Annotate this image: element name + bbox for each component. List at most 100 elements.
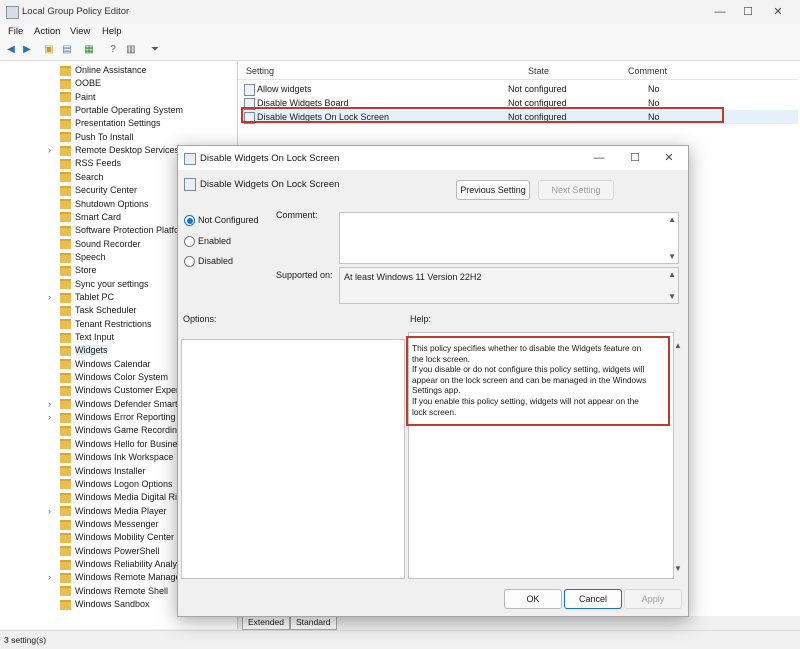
- scroll-up-icon[interactable]: ▲: [668, 270, 676, 279]
- chevron-right-icon[interactable]: ›: [48, 144, 51, 157]
- help-icon[interactable]: ?: [106, 43, 120, 57]
- properties-icon[interactable]: ▥: [124, 43, 138, 57]
- policy-icon: [184, 153, 196, 165]
- tree-item[interactable]: Paint: [48, 91, 237, 104]
- folder-icon: [60, 559, 71, 570]
- tree-item-label: Text Input: [75, 332, 115, 342]
- tab-standard[interactable]: Standard: [290, 616, 337, 630]
- apply-button[interactable]: Apply: [624, 589, 682, 609]
- tree-item[interactable]: OOBE: [48, 77, 237, 90]
- row-comment: No: [648, 84, 660, 94]
- folder-icon: [60, 132, 71, 143]
- scroll-down-icon[interactable]: ▼: [674, 564, 682, 573]
- tree-item-label: Windows Remote Shell: [75, 585, 169, 596]
- row-highlight-box: [241, 107, 724, 123]
- folder-icon: [60, 519, 71, 530]
- column-divider: [238, 79, 798, 80]
- tree-item-label: Windows Messenger: [75, 518, 159, 529]
- help-scrollbar[interactable]: ▲ ▼: [672, 332, 683, 577]
- tree-item-label: Windows Media Digital Ri: [75, 492, 178, 503]
- tree-item[interactable]: Presentation Settings: [48, 117, 237, 130]
- maximize-icon[interactable]: ☐: [736, 4, 760, 20]
- tree-item-label: Tenant Restrictions: [75, 318, 152, 329]
- tree-item-label: OOBE: [75, 78, 102, 89]
- radio-label: Disabled: [198, 256, 234, 266]
- tab-extended[interactable]: Extended: [242, 616, 290, 630]
- menu-action[interactable]: Action: [34, 26, 60, 37]
- folder-icon: [60, 586, 71, 597]
- scroll-down-icon[interactable]: ▼: [668, 292, 676, 301]
- list-row[interactable]: Allow widgets Not configured No: [242, 82, 798, 96]
- tree-item-label: Windows Defender Smart: [75, 398, 178, 409]
- close-icon[interactable]: ✕: [766, 4, 790, 20]
- tree-item-label: Online Assistance: [75, 65, 147, 75]
- column-comment[interactable]: Comment: [628, 66, 667, 76]
- comment-field[interactable]: ▲ ▼: [339, 212, 679, 264]
- forward-icon[interactable]: ▶: [20, 43, 34, 57]
- chevron-right-icon[interactable]: ›: [48, 411, 51, 424]
- tree-item-label: Windows Error Reporting: [75, 412, 176, 423]
- column-setting[interactable]: Setting: [246, 66, 274, 76]
- maximize-icon[interactable]: ☐: [624, 150, 646, 166]
- policy-dialog: Disable Widgets On Lock Screen — ☐ ✕ Dis…: [177, 145, 689, 617]
- row-setting: Allow widgets: [257, 84, 312, 94]
- supported-on-label: Supported on:: [276, 270, 333, 280]
- folder-icon: [60, 572, 71, 583]
- tree-item-label: Windows Hello for Busine: [75, 438, 178, 449]
- chevron-right-icon[interactable]: ›: [48, 291, 51, 304]
- folder-icon: [60, 239, 71, 250]
- folder-icon: [60, 466, 71, 477]
- window-title: Local Group Policy Editor: [22, 6, 130, 17]
- tree-item-label: Sound Recorder: [75, 238, 141, 249]
- minimize-icon[interactable]: —: [588, 150, 610, 166]
- menu-help[interactable]: Help: [102, 26, 122, 37]
- folder-icon: [60, 479, 71, 490]
- menu-file[interactable]: File: [8, 26, 23, 37]
- scroll-up-icon[interactable]: ▲: [674, 341, 682, 350]
- tree-item[interactable]: Online Assistance: [48, 64, 237, 77]
- chevron-right-icon[interactable]: ›: [48, 398, 51, 411]
- folder-icon: [60, 399, 71, 410]
- folder-icon: [60, 105, 71, 116]
- tree-item-label: Store: [75, 265, 97, 276]
- folder-icon: [60, 506, 71, 517]
- folder-icon: [60, 279, 71, 290]
- radio-selected-icon: [184, 215, 195, 227]
- scroll-down-icon[interactable]: ▼: [668, 252, 676, 261]
- minimize-icon[interactable]: —: [708, 4, 732, 20]
- up-folder-icon[interactable]: ▣: [42, 43, 56, 57]
- column-state[interactable]: State: [528, 66, 549, 76]
- tree-item-label: Windows Media Player: [75, 505, 167, 516]
- radio-not-configured[interactable]: Not Configured: [184, 213, 259, 227]
- tree-item-label: Windows PowerShell: [75, 545, 160, 556]
- close-icon[interactable]: ✕: [658, 150, 680, 166]
- filter-icon[interactable]: ⏷: [148, 43, 162, 57]
- cancel-button[interactable]: Cancel: [564, 589, 622, 609]
- tree-item-label: Shutdown Options: [75, 198, 149, 209]
- export-list-icon[interactable]: ▦: [82, 43, 96, 57]
- radio-enabled[interactable]: Enabled: [184, 234, 231, 248]
- back-icon[interactable]: ◀: [4, 43, 18, 57]
- folder-icon: [60, 426, 71, 437]
- folder-icon: [60, 225, 71, 236]
- tree-item-label: Task Scheduler: [75, 305, 137, 316]
- tree-item[interactable]: Portable Operating System: [48, 104, 237, 117]
- previous-setting-button[interactable]: Previous Setting: [456, 180, 530, 200]
- chevron-right-icon[interactable]: ›: [48, 505, 51, 518]
- dialog-header: Disable Widgets On Lock Screen: [200, 179, 340, 190]
- policy-icon: [244, 84, 255, 96]
- tree-item-label: Push To Install: [75, 131, 134, 142]
- ok-button[interactable]: OK: [504, 589, 562, 609]
- scroll-up-icon[interactable]: ▲: [668, 215, 676, 224]
- chevron-right-icon[interactable]: ›: [48, 571, 51, 584]
- tree-item-label: Software Protection Platfo: [75, 225, 180, 236]
- menu-view[interactable]: View: [70, 26, 90, 37]
- tree-item-label: Windows Customer Exper: [75, 385, 180, 396]
- next-setting-button[interactable]: Next Setting: [538, 180, 614, 200]
- tree-item[interactable]: Push To Install: [48, 131, 237, 144]
- folder-icon: [60, 292, 71, 303]
- show-tree-icon[interactable]: ▤: [60, 43, 74, 57]
- radio-disabled[interactable]: Disabled: [184, 254, 233, 268]
- tree-item-label: Windows Sandbox: [75, 599, 150, 609]
- tree-item-label: Windows Reliability Analy: [75, 558, 178, 569]
